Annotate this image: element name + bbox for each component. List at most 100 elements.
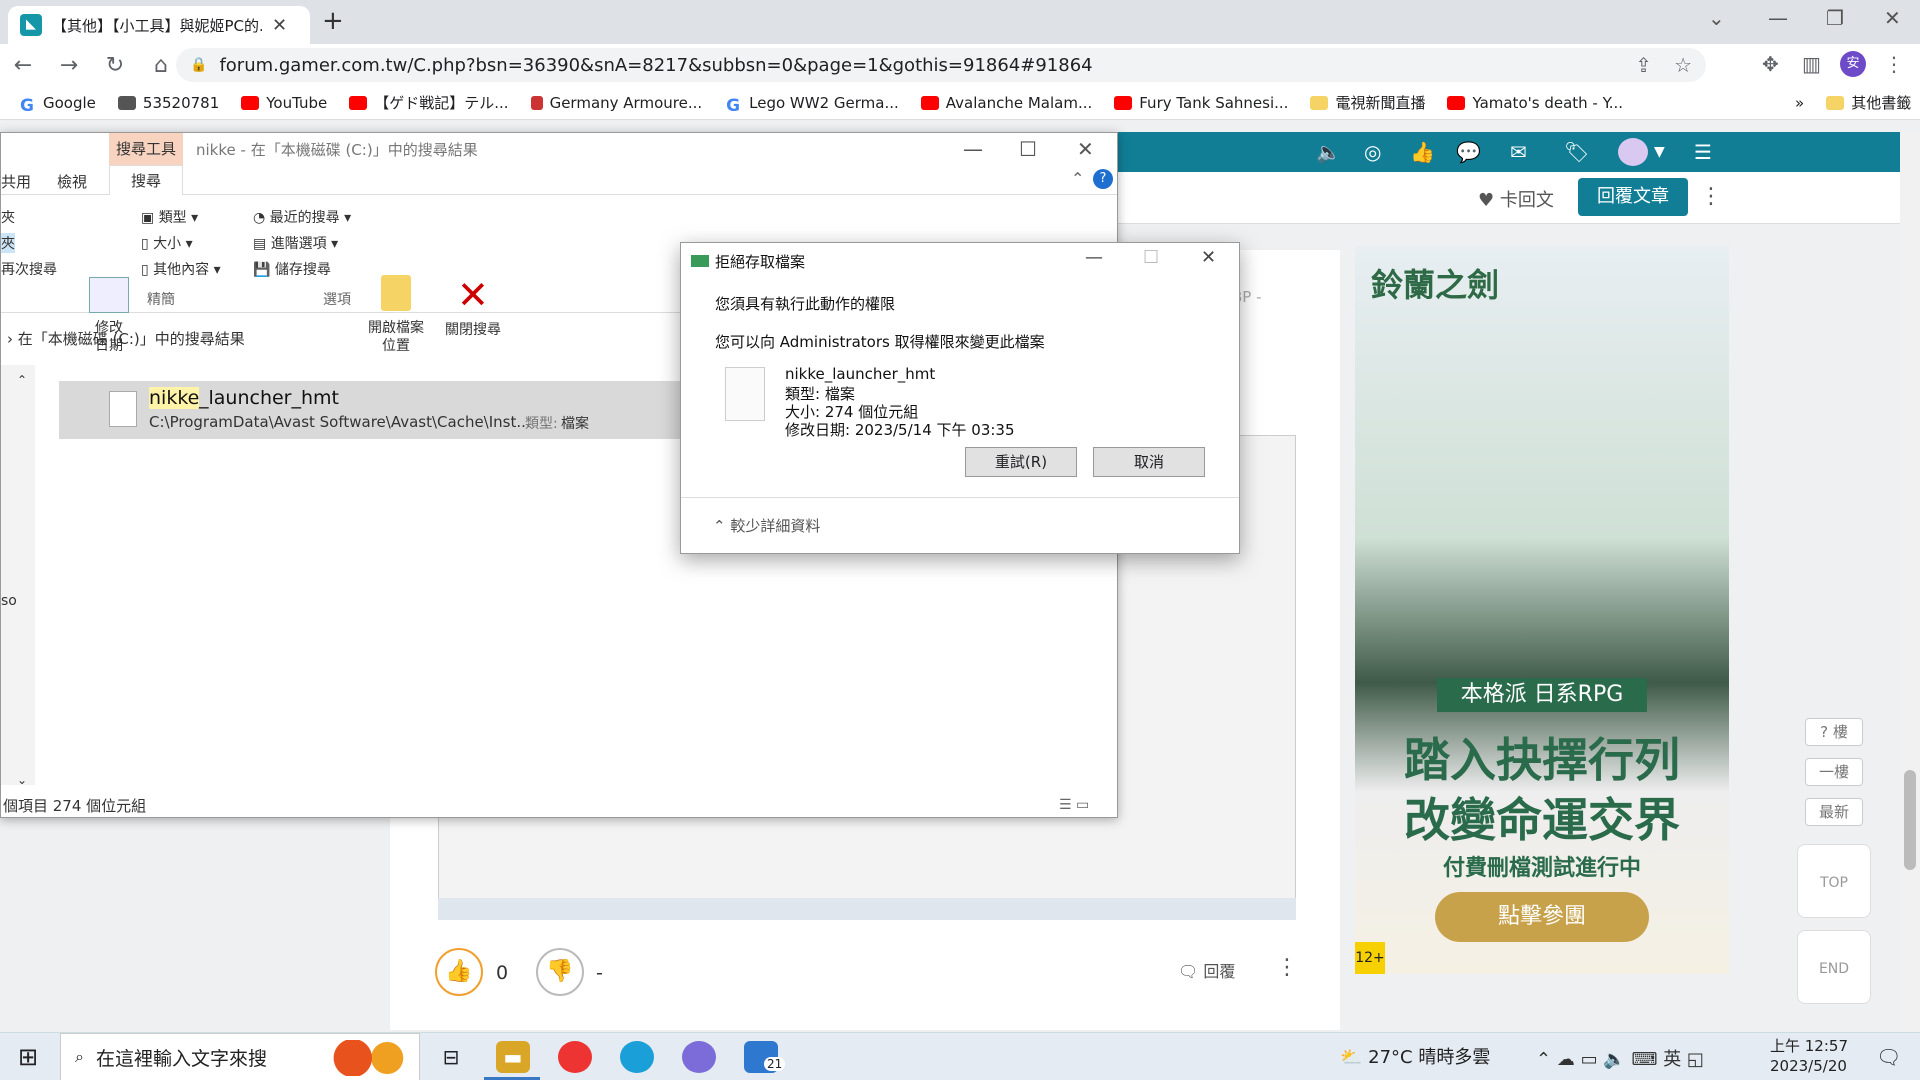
address-bar[interactable]: 🔒 forum.gamer.com.tw/C.php?bsn=36390&snA…	[176, 48, 1706, 82]
copilot-icon[interactable]	[682, 1041, 716, 1073]
ribbon-left-partial-1[interactable]: 夾	[1, 207, 15, 227]
browser-tab[interactable]: ◣ 【其他】【小工具】與妮姬PC的... ✕	[8, 6, 310, 44]
chrome-icon[interactable]	[558, 1041, 592, 1073]
close-button[interactable]: ✕	[1201, 247, 1216, 268]
bookmark-item[interactable]: YouTube	[241, 94, 327, 112]
minimize-button[interactable]: —	[1768, 6, 1788, 30]
windows-start-icon[interactable]: ⊞	[18, 1043, 38, 1071]
restore-button[interactable]: ❐	[1826, 6, 1844, 30]
post-more-icon[interactable]: ⋮	[1276, 955, 1298, 980]
recent-searches-button[interactable]: ◔ 最近的搜尋 ▾	[253, 207, 351, 227]
cloud-icon[interactable]: ☁	[1557, 1049, 1575, 1070]
clock-time[interactable]: 上午 12:57	[1770, 1035, 1848, 1056]
ime-indicator[interactable]: 英	[1663, 1049, 1681, 1070]
bookmark-item[interactable]: G Google	[18, 94, 96, 116]
bookmark-item[interactable]: Fury Tank Sahnesi...	[1114, 94, 1288, 112]
scroll-top-button[interactable]: TOP	[1797, 844, 1871, 918]
less-details-toggle[interactable]: ⌃ 較少詳細資料	[713, 515, 820, 536]
bookmark-star-icon[interactable]: ☆	[1674, 53, 1692, 77]
close-window-button[interactable]: ✕	[1884, 6, 1901, 30]
mail-icon[interactable]: ✉	[1510, 140, 1527, 164]
extensions-puzzle-icon[interactable]: ✥	[1762, 52, 1779, 76]
kahui-button[interactable]: ♥ 卡回文	[1478, 186, 1554, 212]
tag-icon[interactable]: 🏷	[1564, 140, 1589, 164]
kebab-menu-icon[interactable]: ⋮	[1884, 52, 1904, 76]
other-bookmarks[interactable]: 其他書籤	[1826, 92, 1911, 113]
reply-link[interactable]: 🗨 回覆	[1178, 958, 1235, 982]
navigation-pane[interactable]	[1, 365, 35, 785]
more-menu-icon[interactable]: ⋮	[1700, 184, 1722, 209]
close-button[interactable]: ✕	[1077, 137, 1094, 161]
first-floor-button[interactable]: 一樓	[1805, 758, 1863, 786]
tab-view[interactable]: 檢視	[57, 171, 87, 192]
ime-mode-icon[interactable]: ◱	[1687, 1049, 1704, 1070]
volume-icon[interactable]: 🔈	[1603, 1049, 1625, 1070]
bookmarks-overflow[interactable]: »	[1795, 94, 1804, 112]
system-tray[interactable]: ⌃ ☁ ▭ 🔈 ⌨ 英 ◱	[1536, 1045, 1704, 1071]
task-view-icon[interactable]: ⊟	[434, 1041, 468, 1073]
bookmark-item[interactable]: Avalanche Malam...	[920, 94, 1092, 112]
thumb-icon[interactable]: 👍	[1410, 140, 1435, 164]
kind-button[interactable]: ▣ 類型 ▾	[141, 207, 198, 227]
network-icon[interactable]: ▭	[1581, 1049, 1598, 1070]
ribbon-left-partial-2[interactable]: 夾	[1, 233, 15, 253]
help-icon[interactable]: ?	[1093, 169, 1113, 189]
close-tab-icon[interactable]: ✕	[272, 15, 287, 36]
ad-cta-button[interactable]: 點擊參團	[1435, 892, 1649, 942]
jump-floor-button[interactable]: ? 樓	[1805, 718, 1863, 746]
bookmark-item[interactable]: G Lego WW2 Germa...	[724, 94, 899, 116]
bookmark-item[interactable]: 【ゲド戦記】テル...	[349, 92, 509, 113]
notification-icon[interactable]: 🗨	[1876, 1045, 1901, 1069]
search-tools-context-tab[interactable]: 搜尋工具	[109, 133, 183, 165]
weather-widget[interactable]: ⛅ 27°C 晴時多雲	[1340, 1043, 1490, 1069]
keyboard-icon[interactable]: ⌨	[1631, 1049, 1657, 1070]
tab-search[interactable]: 搜尋	[109, 165, 183, 196]
bookmark-item[interactable]: Germany Armoure...	[530, 94, 702, 112]
size-button[interactable]: ▯ 大小 ▾	[141, 233, 193, 253]
advanced-options-button[interactable]: ▤ 進階選項 ▾	[253, 233, 338, 253]
cancel-button[interactable]: 取消	[1093, 447, 1205, 477]
view-toggle-icons[interactable]: ☰ ▭	[1059, 797, 1089, 813]
chevron-down-icon[interactable]: ▼	[1654, 144, 1665, 160]
new-tab-button[interactable]: +	[322, 6, 344, 36]
tab-share[interactable]: 共用	[1, 171, 31, 192]
minimize-button[interactable]: —	[963, 137, 983, 161]
bookmark-item[interactable]: 53520781	[117, 94, 219, 112]
maximize-button[interactable]: ☐	[1019, 137, 1037, 161]
lock-icon[interactable]: 🔒	[190, 57, 207, 73]
file-explorer-icon[interactable]: ▬	[496, 1041, 530, 1073]
reload-icon[interactable]: ↻	[92, 53, 138, 78]
hamburger-menu-icon[interactable]: ☰	[1694, 140, 1712, 164]
volume-icon[interactable]: 🔈	[1316, 140, 1341, 164]
tab-search-chevron-icon[interactable]: ⌄	[1708, 6, 1725, 30]
share-icon[interactable]: ⇪	[1635, 53, 1652, 77]
user-avatar[interactable]	[1618, 138, 1648, 166]
scroll-end-button[interactable]: END	[1797, 930, 1871, 1004]
profile-avatar[interactable]: 安	[1840, 51, 1866, 77]
back-arrow-icon[interactable]: ←	[0, 53, 46, 78]
minimize-button[interactable]: —	[1085, 247, 1103, 268]
edge-icon[interactable]	[620, 1041, 654, 1073]
side-panel-icon[interactable]: ▥	[1802, 52, 1821, 76]
collapse-ribbon-icon[interactable]: ⌃	[1071, 169, 1084, 188]
page-scrollbar[interactable]	[1900, 132, 1920, 1040]
latest-button[interactable]: 最新	[1805, 798, 1863, 826]
url-text[interactable]: forum.gamer.com.tw/C.php?bsn=36390&snA=8…	[219, 55, 1092, 76]
search-again-button[interactable]: 再次搜尋	[1, 259, 57, 279]
bookmark-item[interactable]: Yamato's death - Y...	[1447, 94, 1623, 112]
scroll-down-icon[interactable]: ⌄	[17, 773, 27, 787]
dislike-button[interactable]: 👎	[536, 948, 584, 996]
save-search-button[interactable]: 💾 儲存搜尋	[253, 259, 331, 279]
clock-date[interactable]: 2023/5/20	[1770, 1057, 1847, 1075]
scrollbar-thumb[interactable]	[1904, 770, 1916, 870]
like-button[interactable]: 👍	[435, 948, 483, 996]
forward-arrow-icon[interactable]: →	[46, 53, 92, 78]
chat-icon[interactable]: 💬	[1456, 140, 1481, 164]
reply-article-button[interactable]: 回覆文章	[1578, 178, 1688, 216]
bookmark-item[interactable]: 電視新聞直播	[1310, 92, 1425, 113]
other-props-button[interactable]: ▯ 其他內容 ▾	[141, 259, 221, 279]
taskbar-search-box[interactable]: ⌕ 在這裡輸入文字來搜	[60, 1033, 420, 1080]
rss-icon[interactable]: ◎	[1364, 140, 1381, 164]
tray-chevron-icon[interactable]: ⌃	[1536, 1049, 1551, 1070]
retry-button[interactable]: 重試(R)	[965, 447, 1077, 477]
